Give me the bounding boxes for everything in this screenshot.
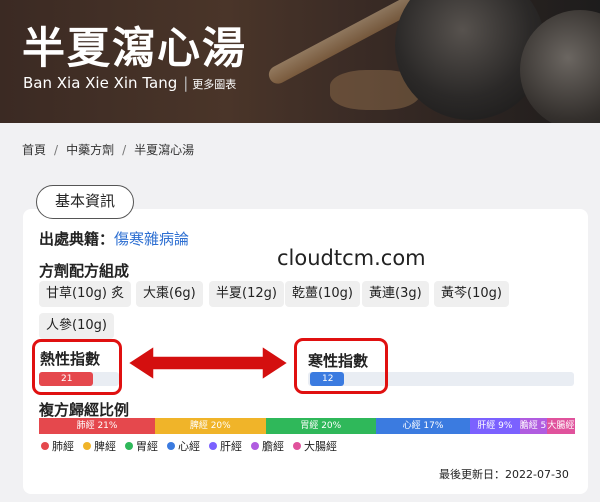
herb-chip[interactable]: 黃連(3g): [362, 281, 429, 307]
herb-chip[interactable]: 黃芩(10g): [434, 281, 509, 307]
legend-label: 膽經: [262, 440, 284, 453]
legend-label: 胃經: [136, 440, 158, 453]
meridian-bar: 肺經 21%脾經 20%胃經 20%心經 17%肝經 9%膽經 5%大腸經 5%: [39, 418, 575, 434]
breadcrumb-separator: /: [122, 143, 127, 157]
source-row: 出處典籍：傷寒雜病論: [39, 228, 189, 249]
last-updated: 最後更新日：2022-07-30: [439, 468, 569, 481]
legend-label: 脾經: [94, 440, 116, 453]
herb-chip[interactable]: 人參(10g): [39, 313, 114, 339]
legend-dot-icon: [293, 442, 301, 450]
legend-item: 肺經: [41, 438, 74, 454]
meridian-segment: 肺經 21%: [39, 418, 156, 434]
meridian-legend: 肺經 脾經 胃經 心經 肝經 膽經 大腸經: [41, 438, 337, 454]
heat-highlight-box: [32, 339, 122, 395]
meridian-segment: 肝經 9%: [469, 418, 520, 434]
legend-dot-icon: [167, 442, 175, 450]
legend-item: 肝經: [209, 438, 242, 454]
meridian-segment: 胃經 20%: [265, 418, 377, 434]
hero-banner: 半夏瀉心湯 Ban Xia Xie Xin Tang | 更多圖表: [0, 0, 600, 123]
cold-highlight-box: [294, 338, 388, 394]
legend-dot-icon: [209, 442, 217, 450]
legend-label: 心經: [178, 440, 200, 453]
legend-label: 肝經: [220, 440, 242, 453]
herb-chip[interactable]: 乾薑(10g): [285, 281, 360, 307]
legend-dot-icon: [125, 442, 133, 450]
tab-basic-info[interactable]: 基本資訊: [36, 185, 134, 219]
legend-item: 心經: [167, 438, 200, 454]
legend-dot-icon: [41, 442, 49, 450]
formula-title: 方劑配方組成: [39, 262, 130, 280]
herb-chip[interactable]: 半夏(12g): [209, 281, 284, 307]
herb-chip[interactable]: 大棗(6g): [136, 281, 203, 307]
subtitle-separator: |: [183, 74, 189, 92]
breadcrumb-home[interactable]: 首頁: [22, 143, 46, 157]
breadcrumb: 首頁 / 中藥方劑 / 半夏瀉心湯: [22, 141, 194, 158]
legend-dot-icon: [83, 442, 91, 450]
legend-item: 大腸經: [293, 438, 337, 454]
watermark: cloudtcm.com: [277, 246, 426, 270]
breadcrumb-formulas[interactable]: 中藥方劑: [66, 143, 114, 157]
legend-label: 大腸經: [304, 440, 337, 453]
source-link[interactable]: 傷寒雜病論: [114, 230, 189, 248]
herb-chip[interactable]: 甘草(10g) 炙: [39, 281, 132, 307]
page-title: 半夏瀉心湯: [22, 24, 247, 74]
legend-item: 胃經: [125, 438, 158, 454]
legend-label: 肺經: [52, 440, 74, 453]
meridian-title: 複方歸經比例: [39, 401, 130, 419]
hero-subtitle: Ban Xia Xie Xin Tang | 更多圖表: [23, 74, 236, 92]
more-images-link[interactable]: 更多圖表: [192, 78, 236, 91]
meridian-segment: 膽經 5%: [519, 418, 548, 434]
legend-item: 膽經: [251, 438, 284, 454]
romanized-name: Ban Xia Xie Xin Tang: [23, 74, 178, 92]
breadcrumb-separator: /: [54, 143, 59, 157]
meridian-segment: 脾經 20%: [155, 418, 266, 434]
breadcrumb-current: 半夏瀉心湯: [134, 143, 195, 157]
source-label: 出處典籍：: [39, 230, 115, 248]
double-arrow-icon: [126, 344, 290, 382]
legend-item: 脾經: [83, 438, 116, 454]
legend-dot-icon: [251, 442, 259, 450]
meridian-segment: 大腸經 5%: [547, 418, 575, 434]
meridian-segment: 心經 17%: [376, 418, 470, 434]
